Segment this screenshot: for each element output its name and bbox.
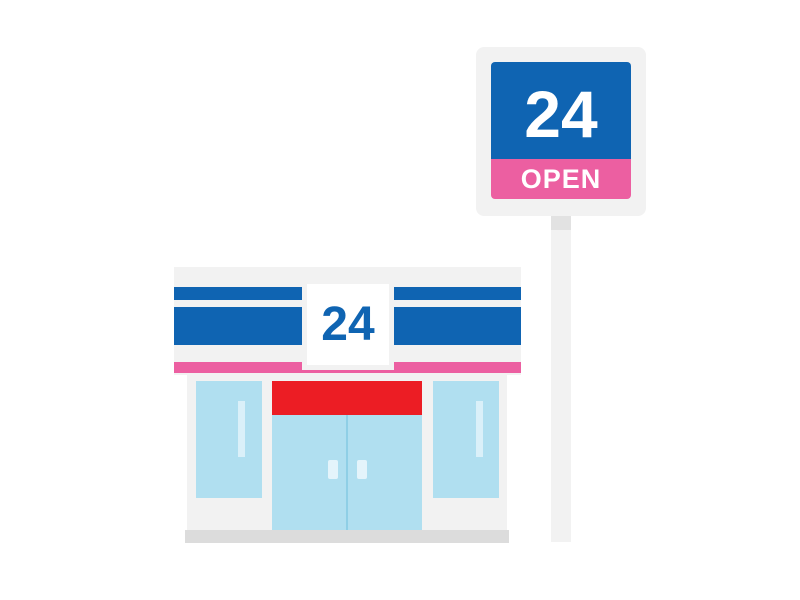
window-reflection-right [476, 401, 483, 457]
door-handle-left [328, 460, 338, 479]
store-window-right [433, 381, 499, 498]
store-badge: 24 [307, 284, 389, 365]
pole-sign-number-panel: 24 [491, 62, 631, 159]
pole-sign-status: OPEN [520, 163, 602, 194]
entrance-awning [272, 381, 422, 415]
convenience-store-illustration: 24 OPEN 24 [0, 0, 800, 600]
pole-sign-status-panel: OPEN [491, 159, 631, 199]
store-window-left [196, 381, 262, 498]
sign-pole-shadow [551, 216, 571, 230]
pole-sign-number: 24 [524, 76, 598, 151]
store-ground-shadow [185, 530, 509, 543]
store-badge-number: 24 [321, 297, 375, 351]
door-handle-right [357, 460, 367, 479]
window-reflection-left [238, 401, 245, 457]
door-divider [346, 415, 348, 530]
sign-pole [551, 216, 571, 542]
pole-sign-face: 24 OPEN [491, 62, 631, 199]
